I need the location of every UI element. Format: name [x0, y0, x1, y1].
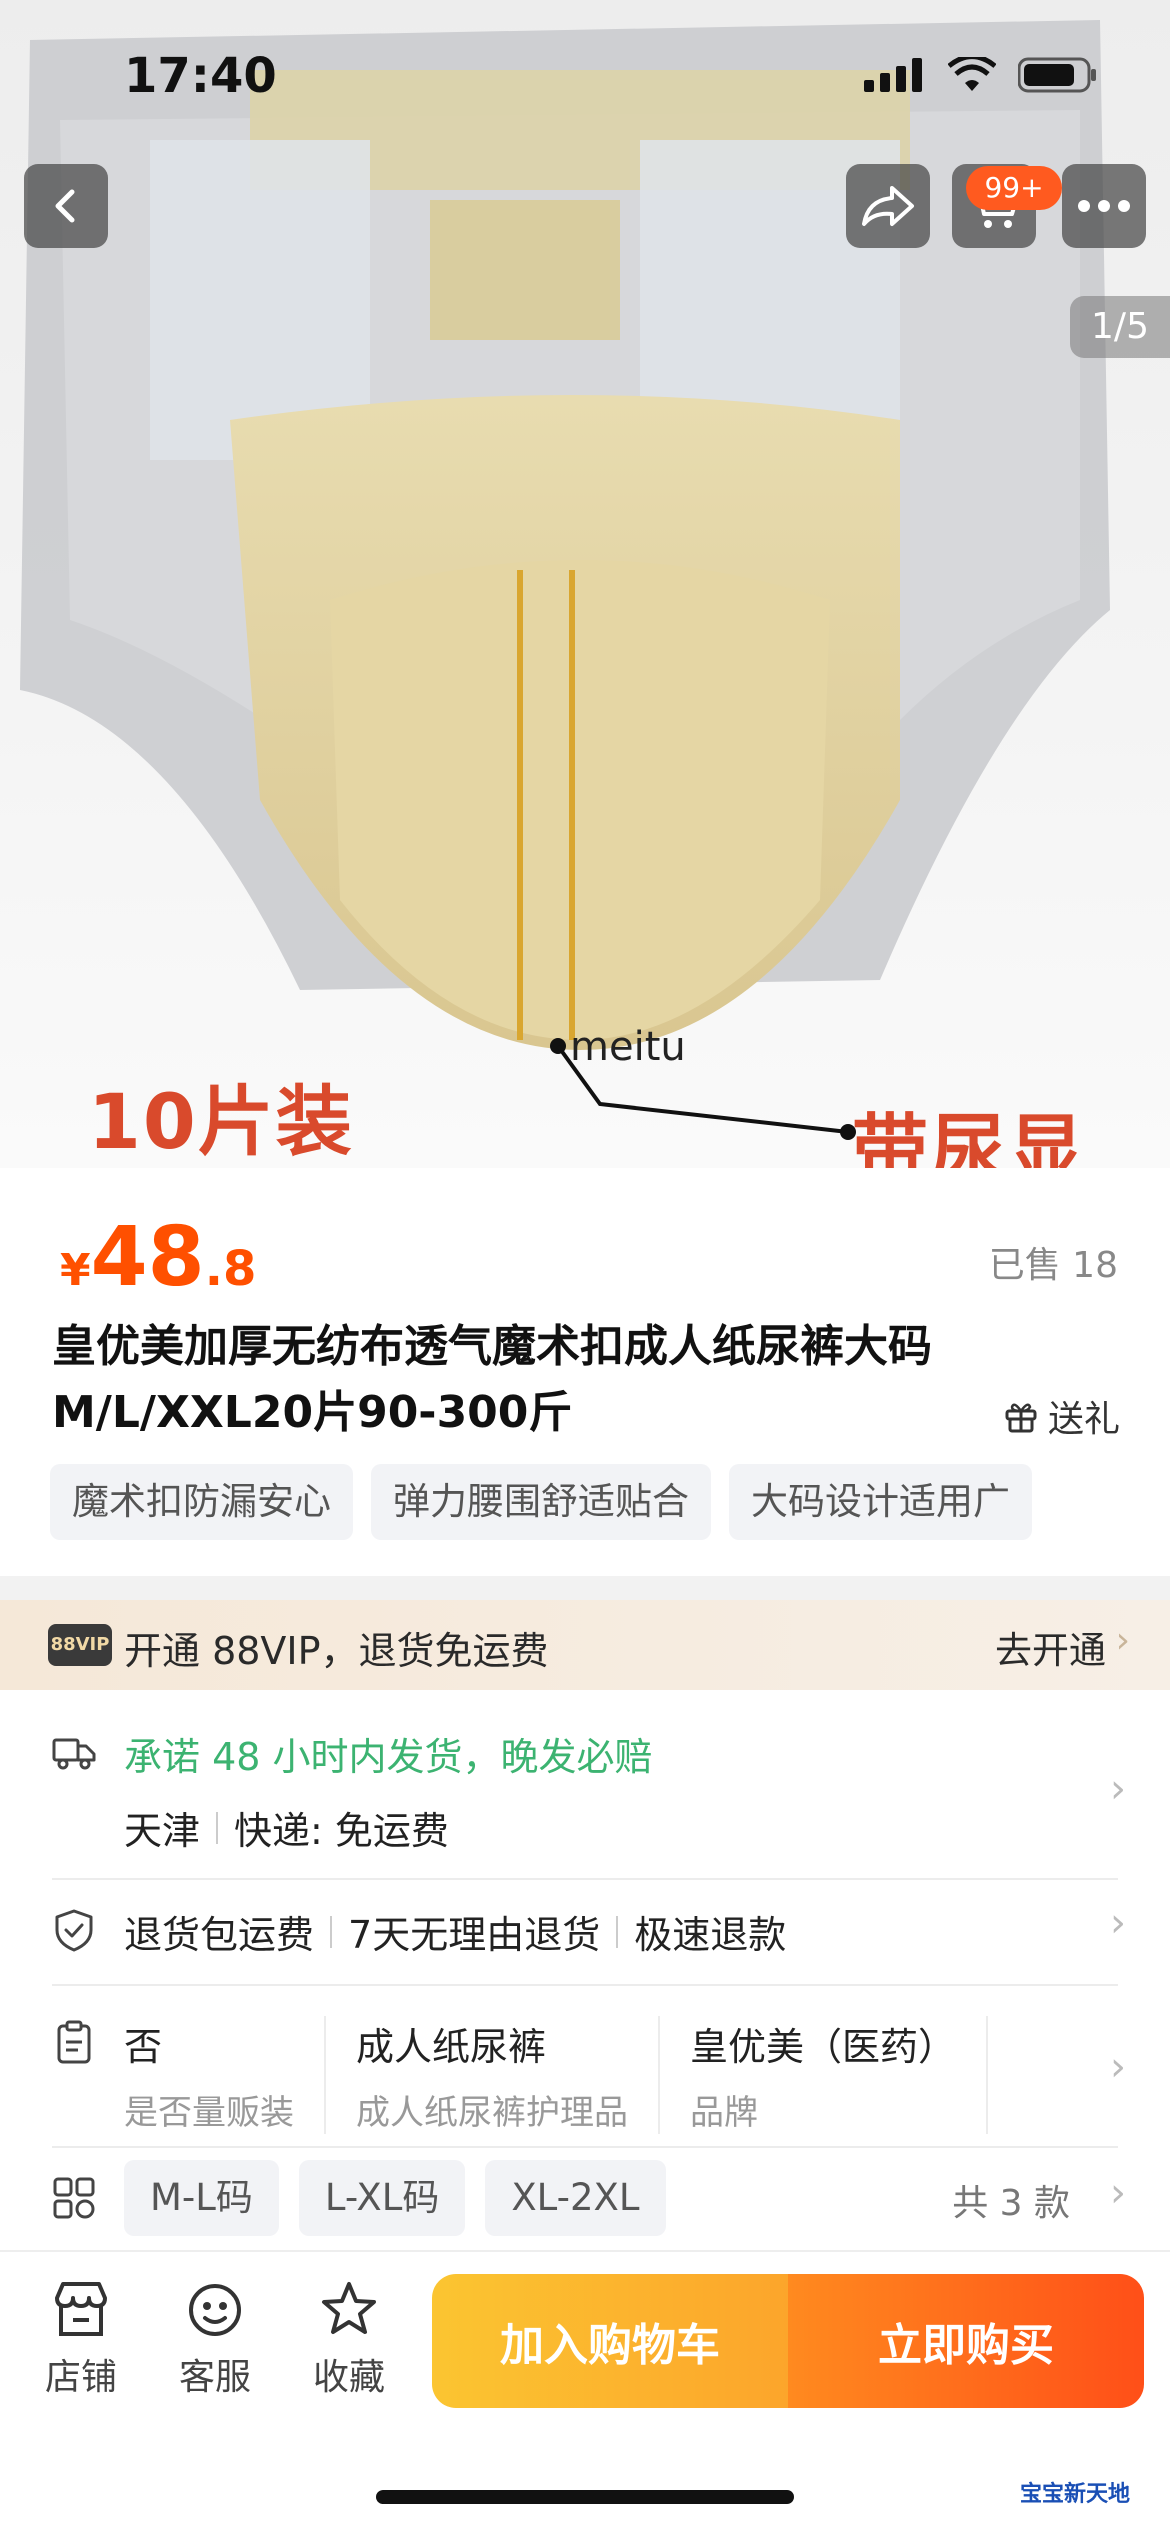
- corner-watermark-logo: 宝宝新天地: [1020, 2482, 1131, 2507]
- store-button[interactable]: 店铺: [26, 2280, 136, 2400]
- sku-options: M-L码 L-XL码 XL-2XL: [124, 2160, 666, 2236]
- chevron-left-icon: [55, 189, 75, 223]
- param-item: 成人纸尿裤 成人纸尿裤护理品: [356, 2016, 660, 2134]
- chevron-right-icon: ›: [1110, 2170, 1126, 2216]
- add-to-cart-button[interactable]: 加入购物车: [432, 2274, 788, 2408]
- return-policy-item: 极速退款: [634, 1913, 787, 1957]
- sku-count: 共 3 款: [952, 2183, 1070, 2224]
- image-overlay-feature: 带尿显: [852, 1105, 1086, 1168]
- status-icons: [864, 56, 1098, 94]
- more-dots-icon: [1078, 200, 1130, 212]
- gift-icon: [1005, 1403, 1037, 1433]
- service-label: 客服: [178, 2357, 251, 2398]
- signal-icon: [864, 58, 922, 92]
- price-integer: 48: [90, 1210, 205, 1305]
- chevron-right-icon: ›: [1110, 1766, 1126, 1812]
- customer-service-icon: [189, 2284, 241, 2336]
- bottom-action-bar: 店铺 客服 收藏 加入购物车 立即购买: [0, 2250, 1170, 2532]
- product-image-gallery[interactable]: 17:40 99+ 1/5 meitu 10片装 带尿显: [0, 0, 1170, 1168]
- star-icon: [322, 2282, 376, 2334]
- truck-icon: [52, 1738, 96, 1770]
- service-button[interactable]: 客服: [160, 2280, 270, 2400]
- vip-text: 开通 88VIP，退货免运费: [124, 1629, 549, 1673]
- favorite-button[interactable]: 收藏: [294, 2280, 404, 2400]
- chevron-right-icon: ›: [1110, 2044, 1126, 2090]
- divider: [52, 2146, 1118, 2148]
- param-value: 否: [124, 2025, 163, 2069]
- vip-open-link[interactable]: 去开通: [995, 1620, 1106, 1674]
- return-policy-item: 退货包运费: [124, 1913, 315, 1957]
- shield-check-icon: [55, 1909, 93, 1952]
- share-button[interactable]: [846, 164, 930, 248]
- separator: [616, 1915, 619, 1948]
- clipboard-icon: [57, 2020, 91, 2064]
- purchase-buttons: 加入购物车 立即购买: [432, 2274, 1144, 2408]
- product-params: 否 是否量贩装 成人纸尿裤 成人纸尿裤护理品 皇优美（医药） 品牌: [124, 2016, 1018, 2134]
- battery-icon: [1018, 57, 1096, 93]
- image-watermark: meitu: [570, 1024, 686, 1070]
- favorite-label: 收藏: [312, 2357, 385, 2398]
- price-decimal: .8: [204, 1241, 257, 1297]
- returns-policy: 退货包运费 7天无理由退货 极速退款: [124, 1904, 786, 1959]
- return-policy-item: 7天无理由退货: [348, 1913, 601, 1957]
- store-icon: [55, 2282, 107, 2336]
- sku-option[interactable]: XL-2XL: [485, 2160, 666, 2236]
- shipping-detail: 天津 快递: 免运费: [124, 1800, 449, 1855]
- separator: [216, 1811, 219, 1844]
- sold-count: 已售 18: [988, 1245, 1118, 1286]
- image-counter: 1/5: [1070, 296, 1170, 358]
- price-currency: ¥: [60, 1245, 91, 1296]
- sku-option[interactable]: M-L码: [124, 2160, 279, 2236]
- gift-label: 送礼: [1047, 1399, 1120, 1440]
- shipping-promise: 承诺 48 小时内发货，晚发必赔: [124, 1735, 653, 1779]
- home-indicator[interactable]: [376, 2490, 794, 2504]
- vip-logo: 88VIP: [48, 1624, 112, 1666]
- feature-tag: 大码设计适用广: [729, 1464, 1032, 1540]
- param-value: 成人纸尿裤: [356, 2025, 547, 2069]
- product-title[interactable]: 皇优美加厚无纺布透气魔术扣成人纸尿裤大码M/L/XXL20片90-300斤: [52, 1314, 1102, 1446]
- param-key: 是否量贩装: [124, 2093, 294, 2133]
- grid-icon: [53, 2177, 95, 2219]
- more-button[interactable]: [1062, 164, 1146, 248]
- wifi-icon: [948, 57, 996, 91]
- param-value: 皇优美（医药）: [690, 2025, 957, 2069]
- store-label: 店铺: [44, 2357, 117, 2398]
- vip-banner[interactable]: 88VIP 开通 88VIP，退货免运费 去开通 ›: [0, 1600, 1170, 1690]
- share-icon: [862, 186, 914, 226]
- param-item: 否 是否量贩装: [124, 2016, 326, 2134]
- gift-button[interactable]: 送礼: [1004, 1390, 1120, 1442]
- status-time: 17:40: [124, 48, 277, 104]
- sku-option[interactable]: L-XL码: [298, 2160, 466, 2236]
- shipping-fee: 快递: 免运费: [234, 1809, 449, 1853]
- cart-badge: 99+: [966, 166, 1062, 210]
- product-summary-card: ¥48.8 已售 18 皇优美加厚无纺布透气魔术扣成人纸尿裤大码M/L/XXL2…: [0, 1168, 1170, 1576]
- param-key: 品牌: [690, 2093, 758, 2133]
- param-item: 皇优美（医药） 品牌: [690, 2016, 989, 2134]
- separator: [330, 1915, 333, 1948]
- image-overlay-pack-count: 10片装: [88, 1077, 354, 1166]
- chevron-right-icon: ›: [1110, 1900, 1126, 1946]
- param-key: 成人纸尿裤护理品: [356, 2093, 628, 2133]
- feature-tag: 弹力腰围舒适贴合: [371, 1464, 711, 1540]
- chevron-right-icon: ›: [1115, 1620, 1130, 1661]
- price: ¥48.8: [60, 1210, 256, 1305]
- back-button[interactable]: [24, 164, 108, 248]
- feature-tags: 魔术扣防漏安心 弹力腰围舒适贴合 大码设计适用广: [50, 1464, 1032, 1540]
- buy-now-button[interactable]: 立即购买: [788, 2274, 1144, 2408]
- shipping-origin: 天津: [124, 1809, 201, 1853]
- divider: [52, 1984, 1118, 1986]
- divider: [52, 1878, 1118, 1880]
- product-info-section: 承诺 48 小时内发货，晚发必赔 天津 快递: 免运费 › 退货包运费 7天无理…: [0, 1690, 1170, 2250]
- feature-tag: 魔术扣防漏安心: [50, 1464, 353, 1540]
